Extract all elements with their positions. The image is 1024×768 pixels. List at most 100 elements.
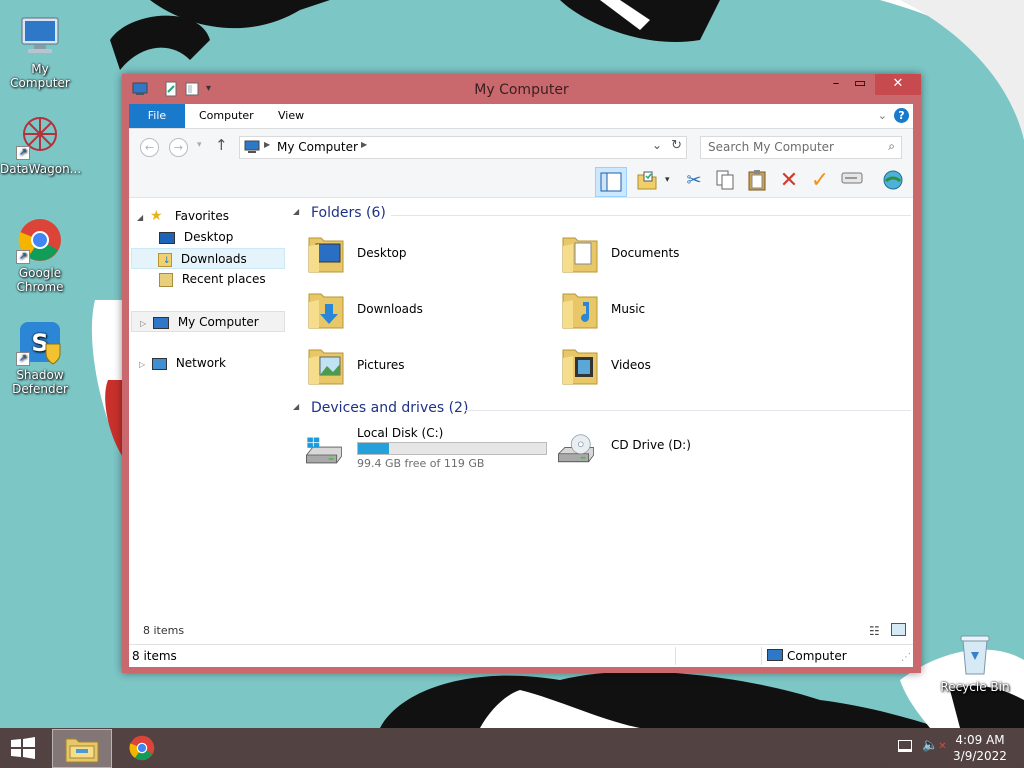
pictures-folder-icon bbox=[308, 349, 344, 385]
paste-icon[interactable] bbox=[745, 169, 769, 193]
search-icon[interactable]: ⌕ bbox=[888, 139, 895, 154]
recent-locations-icon[interactable]: ▾ bbox=[197, 140, 202, 150]
recycle-bin-icon bbox=[951, 630, 999, 678]
details-view-icon[interactable]: ☷ bbox=[869, 624, 880, 638]
shortcut-arrow-icon: ↗ bbox=[16, 250, 30, 264]
taskbar-chrome[interactable] bbox=[128, 734, 158, 762]
globe-icon[interactable] bbox=[881, 169, 905, 193]
refresh-button[interactable]: ↻ bbox=[671, 138, 682, 153]
devices-group-header[interactable]: Devices and drives (2) bbox=[311, 400, 468, 416]
desktop-icon-google-chrome[interactable]: ↗ Google Chrome bbox=[0, 216, 80, 294]
tray-clock[interactable]: 4:09 AM 3/9/2022 bbox=[950, 732, 1010, 764]
folder-videos[interactable]: Videos bbox=[553, 340, 793, 390]
desktop-icon-label: My Computer bbox=[10, 62, 70, 90]
content-area: ◢ ★ Favorites Desktop ↓ Downloads Recent… bbox=[129, 198, 913, 644]
command-toolbar: ▾ ✂ ✕ ✓ bbox=[129, 165, 913, 198]
close-button[interactable]: ✕ bbox=[875, 74, 921, 95]
resize-grip-icon[interactable]: ⋰ bbox=[901, 652, 911, 663]
nav-network[interactable]: ▷ Network bbox=[139, 353, 226, 374]
tab-computer[interactable]: Computer bbox=[185, 104, 268, 128]
address-history-dropdown[interactable]: ⌄ bbox=[652, 138, 662, 152]
desktop-icon-shadow-defender[interactable]: S ↗ Shadow Defender bbox=[0, 318, 80, 396]
drive-local-disk-c[interactable]: Local Disk (C:) 99.4 GB free of 119 GB bbox=[299, 422, 549, 472]
address-bar[interactable]: ▶ My Computer ▶ ⌄ ↻ bbox=[239, 136, 687, 159]
computer-icon bbox=[152, 316, 169, 329]
folder-downloads[interactable]: Downloads bbox=[299, 284, 539, 334]
search-box[interactable]: Search My Computer ⌕ bbox=[700, 136, 902, 159]
minimize-button[interactable]: – bbox=[823, 74, 849, 95]
folders-group-header[interactable]: Folders (6) bbox=[311, 205, 386, 221]
expand-arrow-icon[interactable]: ▷ bbox=[139, 360, 145, 369]
explorer-window[interactable]: ▾ My Computer – ▭ ✕ File Computer View ⌄… bbox=[122, 74, 921, 673]
folder-desktop[interactable]: Desktop bbox=[299, 228, 539, 278]
maximize-button[interactable]: ▭ bbox=[847, 74, 873, 95]
datawagon-icon: ↗ bbox=[16, 112, 64, 160]
folder-pictures[interactable]: Pictures bbox=[299, 340, 539, 390]
status-location: Computer bbox=[787, 649, 847, 663]
nav-my-computer[interactable]: ▷ My Computer bbox=[131, 311, 285, 332]
shortcut-arrow-icon: ↗ bbox=[16, 352, 30, 366]
desktop-icon-label: Shadow Defender bbox=[12, 368, 68, 396]
recent-places-icon bbox=[159, 272, 173, 287]
properties-dropdown-icon[interactable]: ▾ bbox=[665, 175, 670, 185]
properties-icon[interactable] bbox=[635, 169, 659, 193]
chevron-right-icon[interactable]: ▶ bbox=[264, 140, 270, 149]
shadow-defender-icon: S ↗ bbox=[16, 318, 64, 366]
tab-view[interactable]: View bbox=[264, 104, 318, 128]
navigation-bar: ← → ▾ ↑ ▶ My Computer ▶ ⌄ ↻ Search My Co… bbox=[129, 129, 913, 165]
desktop-icon-datawagon[interactable]: ↗ DataWagon... bbox=[0, 112, 82, 176]
map-drive-icon[interactable] bbox=[840, 169, 864, 193]
search-input[interactable]: Search My Computer bbox=[708, 140, 834, 154]
cut-icon[interactable]: ✂ bbox=[682, 169, 706, 193]
desktop-folder-icon bbox=[308, 237, 344, 273]
drive-cd-d[interactable]: CD Drive (D:) bbox=[553, 422, 793, 472]
back-button[interactable]: ← bbox=[140, 138, 159, 157]
up-button[interactable]: ↑ bbox=[215, 136, 228, 154]
start-button[interactable] bbox=[8, 736, 38, 760]
expand-arrow-icon[interactable]: ◢ bbox=[137, 213, 143, 222]
forward-button[interactable]: → bbox=[169, 138, 188, 157]
downloads-folder-icon bbox=[308, 293, 344, 329]
title-bar[interactable]: ▾ My Computer – ▭ ✕ bbox=[122, 74, 921, 104]
collapse-ribbon-icon[interactable]: ⌄ bbox=[878, 109, 887, 122]
file-explorer-icon bbox=[65, 738, 99, 763]
large-icons-view-icon[interactable] bbox=[891, 623, 906, 636]
preview-pane-button[interactable] bbox=[595, 167, 627, 197]
delete-icon[interactable]: ✕ bbox=[777, 169, 801, 193]
rename-check-icon[interactable]: ✓ bbox=[808, 169, 832, 193]
status-bar: 8 items Computer ⋰ bbox=[129, 644, 913, 667]
taskbar: 🔈✕ 4:09 AM 3/9/2022 bbox=[0, 728, 1024, 768]
navigation-pane[interactable]: ◢ ★ Favorites Desktop ↓ Downloads Recent… bbox=[129, 198, 291, 644]
chevron-right-icon[interactable]: ▶ bbox=[361, 140, 367, 149]
tab-file[interactable]: File bbox=[129, 104, 185, 128]
nav-favorites[interactable]: ◢ ★ Favorites bbox=[137, 206, 229, 227]
videos-folder-icon bbox=[562, 349, 598, 385]
volume-muted-icon[interactable]: 🔈✕ bbox=[922, 738, 947, 753]
desktop-icon-recycle-bin[interactable]: Recycle Bin bbox=[935, 630, 1015, 694]
status-divider bbox=[761, 647, 762, 665]
address-segment[interactable]: My Computer bbox=[277, 140, 358, 154]
copy-icon[interactable] bbox=[713, 169, 737, 193]
desktop-icon-my-computer[interactable]: My Computer bbox=[0, 12, 80, 90]
desktop-icon-label: DataWagon... bbox=[0, 162, 82, 176]
hard-drive-icon bbox=[306, 437, 342, 464]
nav-recent-places[interactable]: Recent places bbox=[159, 269, 266, 290]
items-view[interactable]: ◢ Folders (6) Desktop Documents Download… bbox=[291, 198, 913, 644]
drive-usage-bar bbox=[357, 442, 547, 455]
folders-collapse-icon[interactable]: ◢ bbox=[293, 207, 299, 216]
devices-collapse-icon[interactable]: ◢ bbox=[293, 402, 299, 411]
taskbar-file-explorer[interactable] bbox=[52, 729, 112, 768]
folder-music[interactable]: Music bbox=[553, 284, 793, 334]
nav-desktop[interactable]: Desktop bbox=[159, 227, 233, 248]
network-tray-icon[interactable] bbox=[898, 740, 912, 752]
desktop-icon-label: Recycle Bin bbox=[940, 680, 1010, 694]
expand-arrow-icon[interactable]: ▷ bbox=[140, 319, 146, 328]
downloads-folder-icon: ↓ bbox=[158, 252, 172, 267]
item-count: 8 items bbox=[143, 624, 185, 637]
drive-free-space: 99.4 GB free of 119 GB bbox=[357, 457, 485, 470]
folder-documents[interactable]: Documents bbox=[553, 228, 793, 278]
nav-downloads[interactable]: ↓ Downloads bbox=[131, 248, 285, 269]
group-divider bbox=[391, 215, 911, 216]
cd-drive-icon bbox=[558, 434, 594, 463]
help-icon[interactable]: ? bbox=[894, 108, 909, 123]
